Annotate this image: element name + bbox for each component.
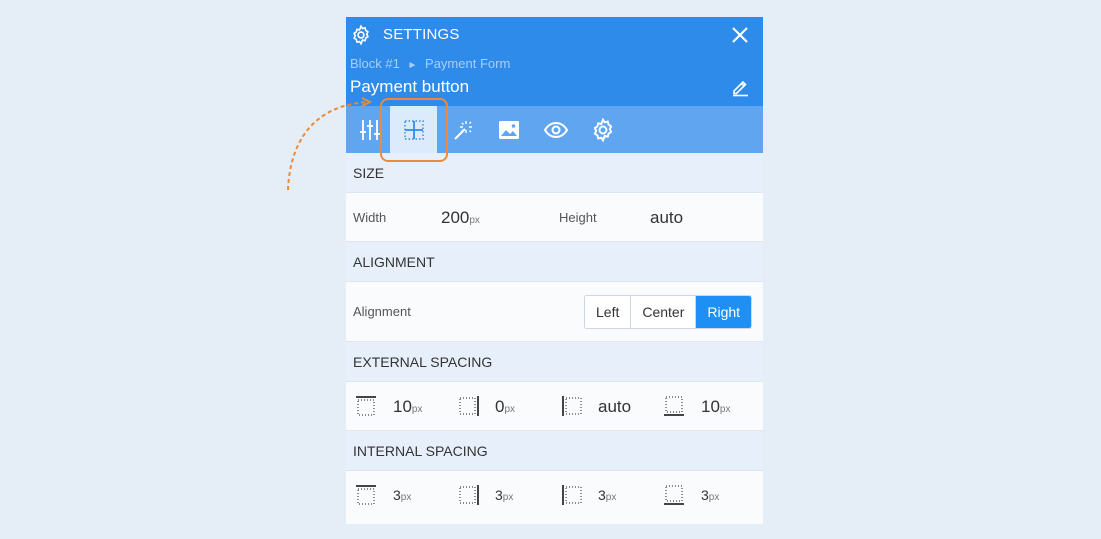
pencil-icon[interactable] <box>730 77 750 97</box>
external-top-value: 10 <box>393 397 412 416</box>
padding-right-icon <box>459 485 479 505</box>
layout-grid-icon <box>403 119 424 140</box>
eye-icon <box>543 121 568 138</box>
external-top-unit: px <box>411 404 423 415</box>
tab-visibility[interactable] <box>532 106 579 153</box>
external-top-input[interactable]: 10px <box>393 397 422 417</box>
sliders-icon <box>359 119 380 140</box>
section-size: SIZE <box>346 153 763 193</box>
external-left-input[interactable]: auto <box>598 397 631 417</box>
panel-header: SETTINGS Block #1 ► Payment Form Payment… <box>346 17 763 106</box>
padding-bottom-icon <box>664 485 684 505</box>
internal-spacing-row: 3px 3px 3px 3px <box>346 471 763 523</box>
gear-icon <box>593 117 612 142</box>
external-spacing-row: 10px 0px auto 10px <box>346 382 763 431</box>
spacing-right-icon <box>459 396 479 416</box>
width-input[interactable]: 200px <box>441 208 480 228</box>
internal-left-value: 3 <box>598 487 606 503</box>
tab-image[interactable] <box>485 106 532 153</box>
internal-bottom-value: 3 <box>701 487 709 503</box>
external-right-input[interactable]: 0px <box>495 397 515 417</box>
image-icon <box>498 120 519 139</box>
internal-right-value: 3 <box>495 487 503 503</box>
breadcrumb: Block #1 ► Payment Form <box>350 56 510 71</box>
alignment-row: Alignment Left Center Right <box>346 282 763 342</box>
external-bottom-input[interactable]: 10px <box>701 397 730 417</box>
height-label: Height <box>559 210 597 225</box>
magic-wand-icon <box>453 120 472 140</box>
width-unit: px <box>469 215 480 226</box>
settings-panel: SETTINGS Block #1 ► Payment Form Payment… <box>346 17 763 524</box>
tab-layout[interactable] <box>390 106 437 153</box>
height-input[interactable]: auto <box>650 208 683 228</box>
internal-bottom-unit: px <box>708 492 720 503</box>
tab-settings[interactable] <box>579 106 626 153</box>
spacing-top-icon <box>356 396 376 416</box>
internal-left-unit: px <box>605 492 617 503</box>
internal-top-unit: px <box>400 492 412 503</box>
padding-top-icon <box>356 485 376 505</box>
breadcrumb-separator: ► <box>407 60 418 71</box>
align-left-button[interactable]: Left <box>585 296 632 328</box>
spacing-left-icon <box>562 396 582 416</box>
tab-style[interactable] <box>346 106 393 153</box>
external-bottom-value: 10 <box>701 397 720 416</box>
width-label: Width <box>353 210 387 225</box>
alignment-label: Alignment <box>353 304 411 319</box>
internal-bottom-input[interactable]: 3px <box>701 487 719 503</box>
spacing-bottom-icon <box>664 396 684 416</box>
gear-icon <box>353 24 369 46</box>
external-right-unit: px <box>504 404 516 415</box>
breadcrumb-form[interactable]: Payment Form <box>425 56 510 71</box>
internal-left-input[interactable]: 3px <box>598 487 616 503</box>
internal-right-input[interactable]: 3px <box>495 487 513 503</box>
align-right-button[interactable]: Right <box>696 296 752 328</box>
internal-right-unit: px <box>502 492 514 503</box>
close-icon[interactable] <box>730 25 750 45</box>
padding-left-icon <box>562 485 582 505</box>
internal-top-input[interactable]: 3px <box>393 487 411 503</box>
breadcrumb-block[interactable]: Block #1 <box>350 56 400 71</box>
size-row: Width 200px Height auto <box>346 193 763 242</box>
width-value: 200 <box>441 208 470 227</box>
tab-effects[interactable] <box>438 106 485 153</box>
align-center-button[interactable]: Center <box>631 296 697 328</box>
section-internal-spacing: INTERNAL SPACING <box>346 431 763 471</box>
section-alignment: ALIGNMENT <box>346 242 763 282</box>
tab-bar <box>346 106 763 153</box>
block-title: Payment button <box>350 77 470 96</box>
internal-top-value: 3 <box>393 487 401 503</box>
panel-title: SETTINGS <box>383 26 460 43</box>
alignment-toggle: Left Center Right <box>584 295 753 329</box>
external-bottom-unit: px <box>719 404 731 415</box>
section-external-spacing: EXTERNAL SPACING <box>346 342 763 382</box>
